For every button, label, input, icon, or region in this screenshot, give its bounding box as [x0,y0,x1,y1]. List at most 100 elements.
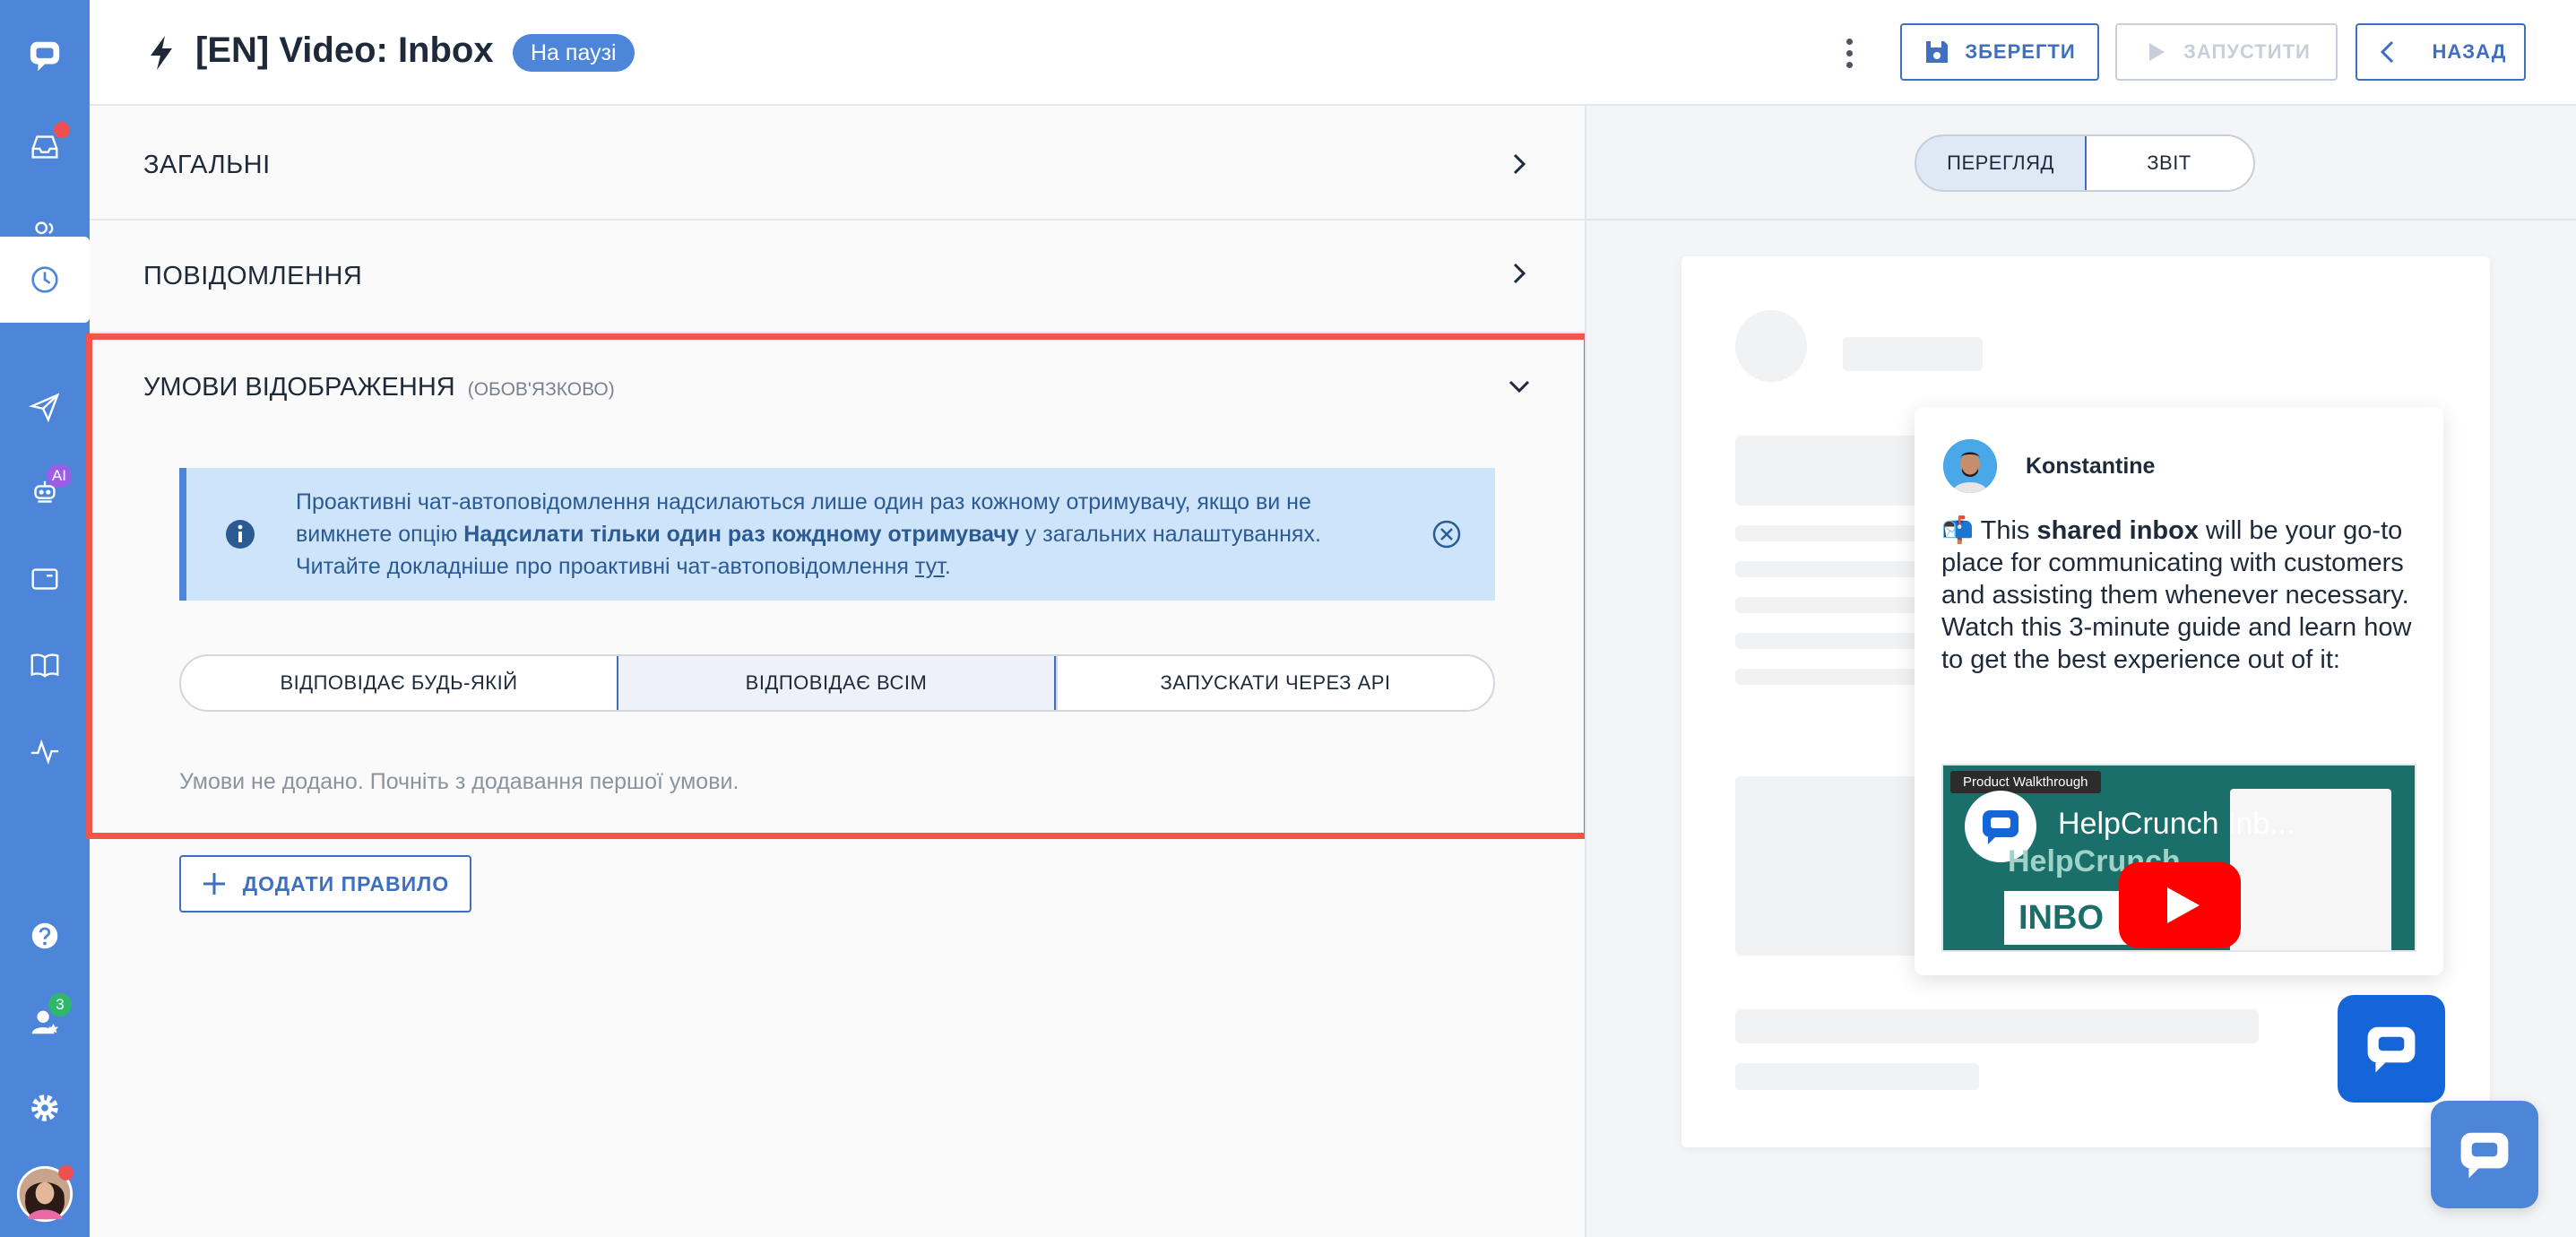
sender-avatar [1943,439,1997,493]
sidebar-item-settings[interactable] [0,1065,90,1151]
video-thumbnail[interactable]: Product Walkthrough HelpCrunch Inb... He… [1941,764,2416,952]
section-general-title: ЗАГАЛЬНІ [143,151,271,179]
ai-badge: AI [46,464,72,488]
skeleton-line [1735,633,1927,649]
section-conditions-header[interactable]: УМОВИ ВІДОБРАЖЕННЯ (ОБОВ'ЯЗКОВО) [143,373,615,402]
send-icon [28,393,60,423]
section-conditions-note: (ОБОВ'ЯЗКОВО) [467,379,615,400]
section-messages-title: ПОВІДОМЛЕННЯ [143,262,363,290]
save-button[interactable]: ЗБЕРЕГТИ [1900,23,2099,81]
info-banner: Проактивні чат-автоповідомлення надсилаю… [179,468,1495,601]
match-all-option[interactable]: ВІДПОВІДАЄ ВСІМ [617,656,1056,710]
tab-report[interactable]: ЗВІТ [2085,136,2253,190]
sidebar-item-popups[interactable] [0,536,90,622]
chat-icon [2460,1132,2509,1179]
info-icon [226,520,255,549]
play-icon [2149,43,2165,61]
app-root: AI 3 [EN] Video: Inbox На паузі ЗБЕРЕГТИ… [0,0,2576,1237]
gear-icon [31,1094,58,1121]
sidebar-item-knowledge-base[interactable] [0,622,90,708]
pulse-icon [30,739,59,766]
run-via-api-option[interactable]: ЗАПУСКАТИ ЧЕРЕЗ API [1056,656,1493,710]
back-label: НАЗАД [2432,40,2507,63]
inbox-notification-dot [54,122,70,138]
sidebar-item-help[interactable] [0,893,90,979]
match-any-option[interactable]: ВІДПОВІДАЄ БУДЬ-ЯКІЙ [181,656,617,710]
info-line-2-pre: вимкнете опцію [296,522,464,547]
chevron-left-icon [2380,40,2393,64]
page-header: [EN] Video: Inbox На паузі ЗБЕРЕГТИ ЗАПУ… [90,0,2576,106]
user-avatar[interactable] [0,1151,90,1237]
sidebar-item-ai-bot[interactable]: AI [0,450,90,536]
sidebar-item-reports[interactable] [0,708,90,794]
sidebar-item-automation[interactable] [0,237,90,323]
more-options-button[interactable] [1836,32,1863,74]
section-general[interactable]: ЗАГАЛЬНІ [90,106,1585,221]
section-conditions-title: УМОВИ ВІДОБРАЖЕННЯ [143,373,455,402]
sidebar: AI 3 [0,0,90,1237]
preview-tabs: ПЕРЕГЛЯД ЗВІТ [1915,134,2255,192]
floppy-disk-icon [1926,41,1949,63]
plus-icon [203,873,225,895]
youtube-play-button[interactable] [2119,862,2241,948]
info-setting-name: Надсилати тільки один раз кождному отрим… [463,522,1019,547]
status-badge: На паузі [513,34,635,72]
avatar-icon [16,1164,74,1223]
close-icon[interactable] [1431,518,1463,550]
skeleton-line [1735,669,1927,685]
sidebar-item-team[interactable]: 3 [0,979,90,1065]
info-line-3-post: . [944,554,951,579]
preview-panel: ПЕРЕГЛЯД ЗВІТ Konstantine 📬 This shared … [1585,106,2576,1237]
book-icon [30,653,59,678]
chat-message-card: Konstantine 📬 This shared inbox will be … [1915,407,2443,975]
bolt-icon [151,36,172,70]
tab-preview[interactable]: ПЕРЕГЛЯД [1916,136,2087,190]
skeleton-block [1735,436,1927,506]
add-rule-button[interactable]: ДОДАТИ ПРАВИЛО [179,855,471,913]
chat-logo-icon[interactable] [0,13,90,99]
info-line-2-post: у загальних налаштуваннях. [1018,522,1321,547]
kebab-icon [1846,38,1853,45]
skeleton-avatar [1735,310,1807,382]
skeleton-line [1735,561,1927,577]
run-button[interactable]: ЗАПУСТИТИ [2115,23,2338,81]
info-line-1: Проактивні чат-автоповідомлення надсилаю… [296,489,1311,515]
skeleton-line [1735,597,1927,613]
skeleton-line [1735,525,1927,541]
section-messages[interactable]: ПОВІДОМЛЕННЯ [90,221,1585,333]
widget-icon [31,568,58,590]
clock-icon [31,266,58,293]
skeleton-block [1735,776,1927,956]
match-mode-selector: ВІДПОВІДАЄ БУДЬ-ЯКІЙ ВІДПОВІДАЄ ВСІМ ЗАП… [179,654,1495,712]
help-icon [31,922,58,949]
skeleton-line [1735,1009,2259,1043]
info-link[interactable]: тут [915,554,945,579]
run-label: ЗАПУСТИТИ [2183,40,2311,63]
play-icon [2167,887,2200,923]
skeleton-line [1843,337,1983,371]
page-title: [EN] Video: Inbox [195,30,494,70]
message-highlight: shared inbox [2036,516,2200,545]
preview-toolbar: ПЕРЕГЛЯД ЗВІТ [1586,106,2576,221]
editor-panel: ЗАГАЛЬНІ ПОВІДОМЛЕННЯ УМОВИ ВІДОБРАЖЕННЯ… [86,106,1590,1237]
chevron-right-icon [1513,153,1526,175]
chat-message-text: 📬 This shared inbox will be your go-to p… [1941,516,2412,674]
skeleton-line [1735,1063,1979,1090]
sidebar-item-campaigns[interactable] [0,364,90,450]
support-chat-button[interactable] [2431,1101,2538,1208]
team-badge: 3 [48,993,72,1016]
info-text: Проактивні чат-автоповідомлення надсилаю… [296,486,1398,583]
sidebar-item-inbox[interactable] [0,104,90,190]
chevron-down-icon[interactable] [1506,373,1533,400]
back-button[interactable]: НАЗАД [2356,23,2526,81]
chat-widget-launcher[interactable] [2338,995,2445,1103]
add-rule-label: ДОДАТИ ПРАВИЛО [242,871,450,895]
chat-icon [2367,1026,2416,1073]
mailbox-emoji: 📬 [1941,516,1975,545]
sender-name: Konstantine [2026,454,2156,479]
video-title: HelpCrunch Inb... [2058,807,2295,841]
chevron-right-icon [1513,263,1526,284]
save-label: ЗБЕРЕГТИ [1965,40,2076,63]
empty-conditions-message: Умови не додано. Почніть з додавання пер… [179,769,739,794]
info-line-3-pre: Читайте докладніше про проактивні чат-ав… [296,554,915,579]
